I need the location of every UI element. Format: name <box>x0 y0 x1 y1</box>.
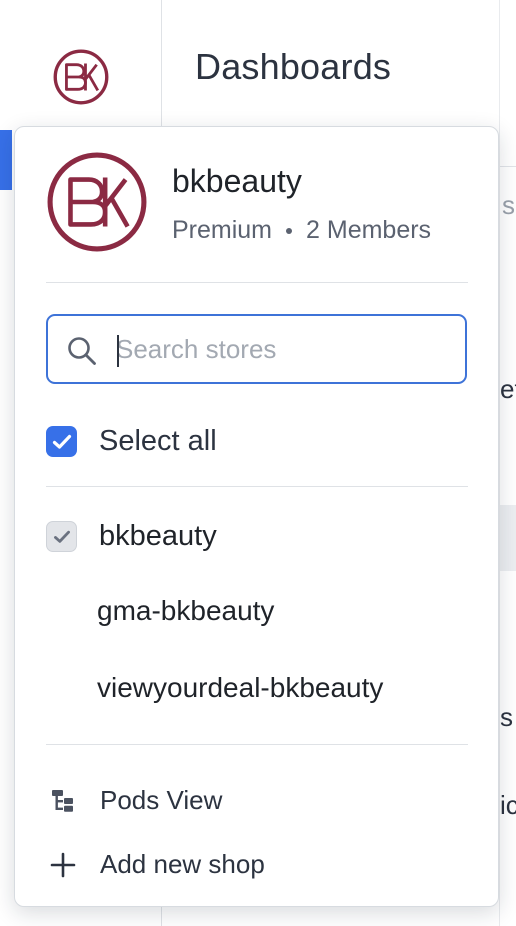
page-title: Dashboards <box>195 46 392 87</box>
hierarchy-icon <box>52 789 73 812</box>
checkmark-icon <box>52 434 71 449</box>
select-all-checkbox[interactable] <box>46 426 77 457</box>
store-checkbox[interactable] <box>46 521 77 552</box>
background-text-fragment: s <box>502 190 515 220</box>
header-divider <box>46 282 468 283</box>
pods-view-label: Pods View <box>100 785 223 815</box>
text-caret <box>117 335 119 367</box>
add-shop-button[interactable]: Add new shop <box>50 849 265 880</box>
background-panel-edge <box>499 0 516 926</box>
select-all-label: Select all <box>99 425 217 457</box>
store-row[interactable]: gma-bkbeauty <box>97 595 274 627</box>
search-input[interactable] <box>116 328 446 370</box>
checkmark-icon <box>53 530 70 543</box>
org-logo <box>47 152 147 252</box>
org-name: bkbeauty <box>172 163 302 199</box>
add-shop-label: Add new shop <box>100 849 265 879</box>
background-divider <box>500 166 516 167</box>
store-name: bkbeauty <box>99 520 217 552</box>
pods-view-button[interactable]: Pods View <box>50 785 222 816</box>
background-text-fragment: ic <box>500 790 516 820</box>
plus-icon <box>50 852 76 877</box>
select-all-divider <box>46 486 468 487</box>
store-switcher-popover: bkbeauty Premium 2 Members Select all <box>14 126 499 907</box>
separator-dot <box>286 227 293 234</box>
active-nav-indicator <box>0 130 12 190</box>
select-all-row[interactable]: Select all <box>46 425 217 458</box>
app-root: Dashboards s et s ic bkbeauty Premium 2 … <box>0 0 516 926</box>
search-box[interactable] <box>46 314 467 384</box>
org-plan: Premium <box>172 216 273 244</box>
org-members: 2 Members <box>306 216 432 244</box>
search-icon <box>68 337 96 365</box>
stores-divider <box>46 744 468 745</box>
brand-logo[interactable] <box>53 49 109 105</box>
background-text-fragment: et <box>500 374 516 404</box>
org-meta: Premium 2 Members <box>172 216 431 245</box>
store-row[interactable]: bkbeauty <box>46 520 217 553</box>
background-text-fragment: s <box>500 702 513 732</box>
store-row[interactable]: viewyourdeal-bkbeauty <box>97 672 383 704</box>
background-row-highlight <box>500 505 516 571</box>
